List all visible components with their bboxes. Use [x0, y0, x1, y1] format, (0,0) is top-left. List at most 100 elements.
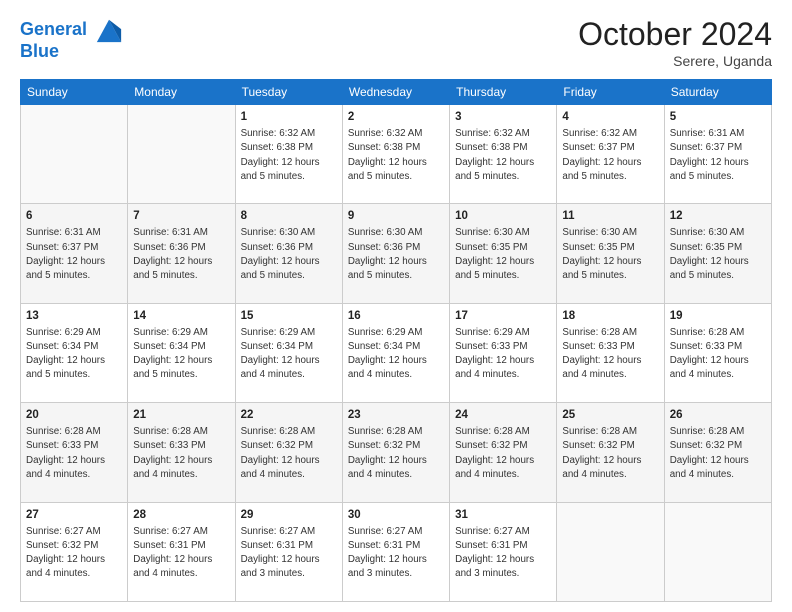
- logo-general: General: [20, 19, 87, 39]
- day-number: 7: [133, 208, 229, 224]
- calendar-week-row: 6 Sunrise: 6:31 AM Sunset: 6:37 PM Daylig…: [21, 204, 772, 303]
- calendar-cell: 30 Sunrise: 6:27 AM Sunset: 6:31 PM Dayli…: [342, 502, 449, 601]
- calendar-cell: 14Sunrise: 6:29 AM Sunset: 6:34 PM Dayli…: [128, 303, 235, 402]
- day-info: Sunrise: 6:28 AM Sunset: 6:33 PM Dayligh…: [562, 326, 658, 383]
- calendar-header-tuesday: Tuesday: [235, 80, 342, 105]
- day-number: 30: [348, 507, 444, 523]
- day-info: Sunrise: 6:29 AM Sunset: 6:34 PM Dayligh…: [241, 326, 337, 383]
- day-info: Sunrise: 6:28 AM Sunset: 6:33 PM Dayligh…: [133, 425, 229, 482]
- day-number: 5: [670, 109, 766, 125]
- calendar-cell: 6 Sunrise: 6:31 AM Sunset: 6:37 PM Daylig…: [21, 204, 128, 303]
- day-number: 10: [455, 208, 551, 224]
- day-number: 11: [562, 208, 658, 224]
- calendar-cell: 12Sunrise: 6:30 AM Sunset: 6:35 PM Dayli…: [664, 204, 771, 303]
- day-info: Sunrise: 6:28 AM Sunset: 6:33 PM Dayligh…: [670, 326, 766, 383]
- day-number: 27: [26, 507, 122, 523]
- day-info: Sunrise: 6:30 AM Sunset: 6:36 PM Dayligh…: [348, 226, 444, 283]
- day-info: Sunrise: 6:30 AM Sunset: 6:35 PM Dayligh…: [455, 226, 551, 283]
- calendar-cell: 29 Sunrise: 6:27 AM Sunset: 6:31 PM Dayli…: [235, 502, 342, 601]
- day-info: Sunrise: 6:28 AM Sunset: 6:33 PM Dayligh…: [26, 425, 122, 482]
- calendar-header-thursday: Thursday: [450, 80, 557, 105]
- day-number: 21: [133, 407, 229, 423]
- day-info: Sunrise: 6:29 AM Sunset: 6:34 PM Dayligh…: [348, 326, 444, 383]
- day-info: Sunrise: 6:27 AM Sunset: 6:32 PM Dayligh…: [26, 525, 122, 582]
- calendar-cell: 21 Sunrise: 6:28 AM Sunset: 6:33 PM Dayli…: [128, 403, 235, 502]
- calendar-cell: 27 Sunrise: 6:27 AM Sunset: 6:32 PM Dayli…: [21, 502, 128, 601]
- logo-blue: Blue: [20, 42, 123, 62]
- day-info: Sunrise: 6:29 AM Sunset: 6:33 PM Dayligh…: [455, 326, 551, 383]
- calendar-header-monday: Monday: [128, 80, 235, 105]
- calendar-cell: 23Sunrise: 6:28 AM Sunset: 6:32 PM Dayli…: [342, 403, 449, 502]
- calendar-header-saturday: Saturday: [664, 80, 771, 105]
- day-number: 2: [348, 109, 444, 125]
- day-number: 1: [241, 109, 337, 125]
- day-info: Sunrise: 6:31 AM Sunset: 6:37 PM Dayligh…: [670, 127, 766, 184]
- day-number: 9: [348, 208, 444, 224]
- day-info: Sunrise: 6:28 AM Sunset: 6:32 PM Dayligh…: [348, 425, 444, 482]
- calendar-header-wednesday: Wednesday: [342, 80, 449, 105]
- calendar-cell: [21, 105, 128, 204]
- calendar-cell: 28 Sunrise: 6:27 AM Sunset: 6:31 PM Dayli…: [128, 502, 235, 601]
- day-number: 12: [670, 208, 766, 224]
- calendar-week-row: 13 Sunrise: 6:29 AM Sunset: 6:34 PM Dayli…: [21, 303, 772, 402]
- calendar-header-sunday: Sunday: [21, 80, 128, 105]
- calendar-cell: 9 Sunrise: 6:30 AM Sunset: 6:36 PM Daylig…: [342, 204, 449, 303]
- day-number: 22: [241, 407, 337, 423]
- day-number: 16: [348, 308, 444, 324]
- calendar-cell: 8Sunrise: 6:30 AM Sunset: 6:36 PM Daylig…: [235, 204, 342, 303]
- calendar: SundayMondayTuesdayWednesdayThursdayFrid…: [20, 79, 772, 602]
- calendar-cell: 22 Sunrise: 6:28 AM Sunset: 6:32 PM Dayli…: [235, 403, 342, 502]
- day-number: 29: [241, 507, 337, 523]
- day-number: 6: [26, 208, 122, 224]
- calendar-cell: 2 Sunrise: 6:32 AM Sunset: 6:38 PM Daylig…: [342, 105, 449, 204]
- day-info: Sunrise: 6:32 AM Sunset: 6:38 PM Dayligh…: [241, 127, 337, 184]
- day-info: Sunrise: 6:31 AM Sunset: 6:36 PM Dayligh…: [133, 226, 229, 283]
- day-number: 28: [133, 507, 229, 523]
- page: General Blue October 2024 Serere, Uganda…: [0, 0, 792, 612]
- header: General Blue October 2024 Serere, Uganda: [20, 16, 772, 69]
- day-number: 25: [562, 407, 658, 423]
- day-number: 13: [26, 308, 122, 324]
- calendar-cell: 11Sunrise: 6:30 AM Sunset: 6:35 PM Dayli…: [557, 204, 664, 303]
- calendar-cell: 5 Sunrise: 6:31 AM Sunset: 6:37 PM Daylig…: [664, 105, 771, 204]
- calendar-cell: 26Sunrise: 6:28 AM Sunset: 6:32 PM Dayli…: [664, 403, 771, 502]
- day-info: Sunrise: 6:27 AM Sunset: 6:31 PM Dayligh…: [133, 525, 229, 582]
- day-number: 20: [26, 407, 122, 423]
- calendar-week-row: 1 Sunrise: 6:32 AM Sunset: 6:38 PM Daylig…: [21, 105, 772, 204]
- calendar-cell: [128, 105, 235, 204]
- day-number: 15: [241, 308, 337, 324]
- day-info: Sunrise: 6:27 AM Sunset: 6:31 PM Dayligh…: [455, 525, 551, 582]
- calendar-cell: 19Sunrise: 6:28 AM Sunset: 6:33 PM Dayli…: [664, 303, 771, 402]
- calendar-header-row: SundayMondayTuesdayWednesdayThursdayFrid…: [21, 80, 772, 105]
- calendar-cell: 18 Sunrise: 6:28 AM Sunset: 6:33 PM Dayli…: [557, 303, 664, 402]
- calendar-cell: 3Sunrise: 6:32 AM Sunset: 6:38 PM Daylig…: [450, 105, 557, 204]
- calendar-cell: [557, 502, 664, 601]
- calendar-cell: 16 Sunrise: 6:29 AM Sunset: 6:34 PM Dayli…: [342, 303, 449, 402]
- logo-icon: [95, 16, 123, 44]
- day-info: Sunrise: 6:32 AM Sunset: 6:37 PM Dayligh…: [562, 127, 658, 184]
- day-info: Sunrise: 6:28 AM Sunset: 6:32 PM Dayligh…: [241, 425, 337, 482]
- day-number: 8: [241, 208, 337, 224]
- day-info: Sunrise: 6:29 AM Sunset: 6:34 PM Dayligh…: [133, 326, 229, 383]
- calendar-cell: 24Sunrise: 6:28 AM Sunset: 6:32 PM Dayli…: [450, 403, 557, 502]
- day-number: 4: [562, 109, 658, 125]
- title-block: October 2024 Serere, Uganda: [578, 16, 772, 69]
- calendar-cell: 15 Sunrise: 6:29 AM Sunset: 6:34 PM Dayli…: [235, 303, 342, 402]
- calendar-cell: 25Sunrise: 6:28 AM Sunset: 6:32 PM Dayli…: [557, 403, 664, 502]
- calendar-cell: 1 Sunrise: 6:32 AM Sunset: 6:38 PM Daylig…: [235, 105, 342, 204]
- day-number: 31: [455, 507, 551, 523]
- calendar-cell: [664, 502, 771, 601]
- day-number: 18: [562, 308, 658, 324]
- logo-text: General: [20, 16, 123, 44]
- day-info: Sunrise: 6:27 AM Sunset: 6:31 PM Dayligh…: [241, 525, 337, 582]
- day-info: Sunrise: 6:27 AM Sunset: 6:31 PM Dayligh…: [348, 525, 444, 582]
- day-info: Sunrise: 6:31 AM Sunset: 6:37 PM Dayligh…: [26, 226, 122, 283]
- calendar-week-row: 27 Sunrise: 6:27 AM Sunset: 6:32 PM Dayli…: [21, 502, 772, 601]
- day-number: 3: [455, 109, 551, 125]
- day-number: 17: [455, 308, 551, 324]
- day-info: Sunrise: 6:32 AM Sunset: 6:38 PM Dayligh…: [348, 127, 444, 184]
- calendar-header-friday: Friday: [557, 80, 664, 105]
- calendar-cell: 10 Sunrise: 6:30 AM Sunset: 6:35 PM Dayli…: [450, 204, 557, 303]
- day-info: Sunrise: 6:28 AM Sunset: 6:32 PM Dayligh…: [670, 425, 766, 482]
- day-info: Sunrise: 6:29 AM Sunset: 6:34 PM Dayligh…: [26, 326, 122, 383]
